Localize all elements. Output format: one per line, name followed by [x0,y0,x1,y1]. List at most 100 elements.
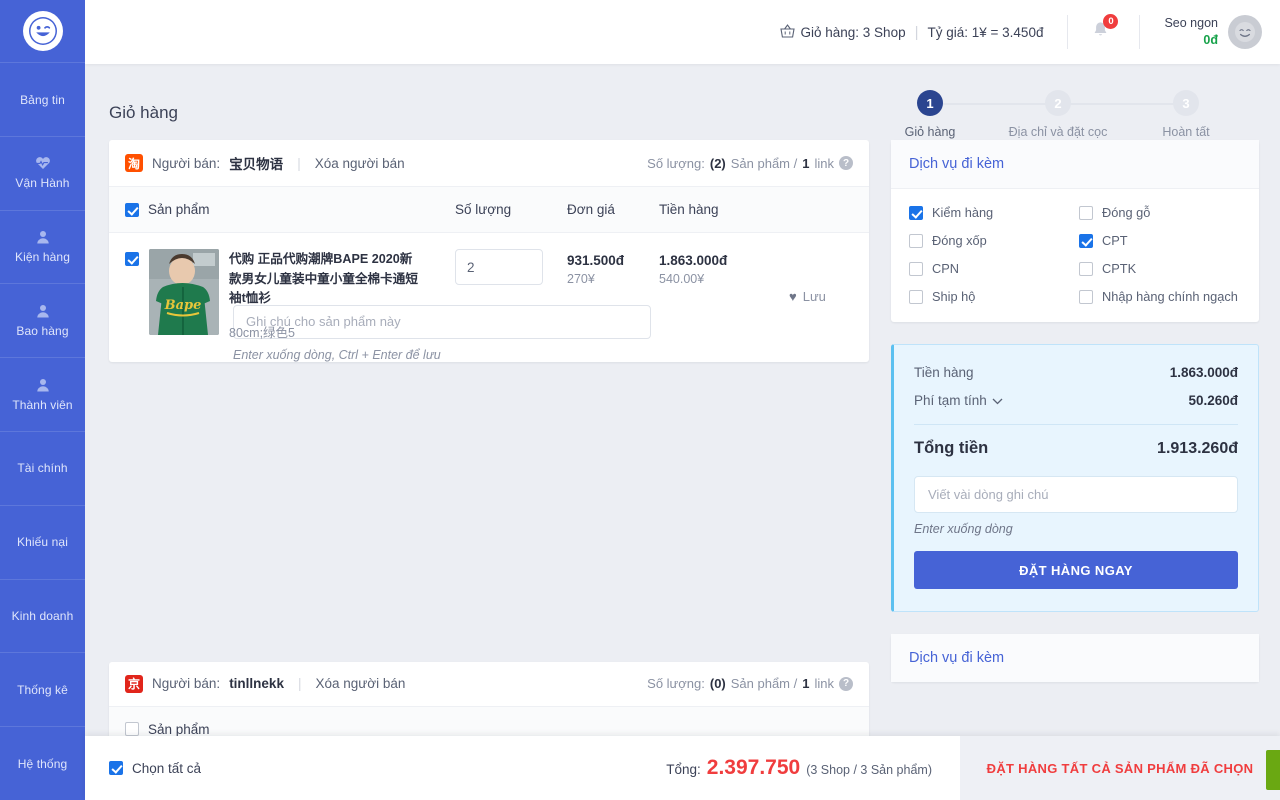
select-all-seller-checkbox[interactable] [125,202,139,217]
sidebar-item-thanh-vien[interactable]: Thành viên [0,357,85,431]
sidebar-item-bao-hang[interactable]: Bao hàng [0,283,85,357]
sidebar-item-he-thong[interactable]: Hệ thống [0,726,85,800]
sidebar-item-tai-chinh[interactable]: Tài chính [0,431,85,505]
user-balance: 0đ [1203,33,1218,47]
service-cpn[interactable]: CPN [909,261,1071,276]
order-note-input[interactable]: Viết vài dòng ghi chú [914,476,1238,513]
topbar-cart-link[interactable]: Giỏ hàng: 3 Shop [779,23,906,41]
checkout-stepper: 1 Giỏ hàng 2 Địa chỉ và đặt cọc 3 Hoàn t… [866,90,1250,139]
service-cpt[interactable]: CPT [1079,233,1241,248]
quantity-input[interactable]: 2 [455,249,543,285]
sidebar-item-bang-tin[interactable]: Bảng tin [0,62,85,136]
summary-total-row: Tổng tiền 1.913.260đ [914,439,1238,458]
taobao-icon: 淘 [125,154,143,172]
unit-price-cny: 270¥ [567,272,595,286]
service-kiem-hang[interactable]: Kiểm hàng [909,205,1071,220]
service-checkbox[interactable] [1079,261,1093,276]
topbar: Giỏ hàng: 3 Shop | Tỷ giá: 1¥ = 3.450đ 0… [85,0,1280,64]
link-unit: link [814,155,834,171]
question-circle-icon[interactable]: ? [839,676,853,691]
seller-separator: | [297,155,301,171]
step-hoan-tat[interactable]: 3 Hoàn tất [1058,90,1250,139]
product-title[interactable]: 代购 正品代购潮牌BAPE 2020新款男女儿童装中童小童全棉卡通短袖t恤衫 [229,250,421,309]
column-product-label-2: Sản phẩm [148,721,210,737]
service-checkbox[interactable] [909,289,923,304]
save-label: Lưu [802,289,826,305]
sidebar-item-khieu-nai[interactable]: Khiếu nại [0,504,85,579]
person-icon [36,378,50,393]
unit-price-cell: 931.500đ 270¥ [567,249,659,341]
seller-header-2: 京 Người bán: tinllnekk | Xóa người bán S… [109,662,869,707]
delete-seller-button-2[interactable]: Xóa người bán [315,676,405,691]
order-note-hint: Enter xuống dòng [914,522,1013,536]
quantity-label: Số lượng: [647,155,705,171]
sidebar-item-label: Bao hàng [16,323,69,338]
service-dong-xop[interactable]: Đóng xốp [909,233,1071,248]
sidebar-item-kien-hang[interactable]: Kiện hàng [0,209,85,284]
seller-quantity-info-2: Số lượng: (0) Sản phẩm / 1 link ? [647,676,853,691]
amount-cell: 1.863.000đ 540.00¥ [659,249,789,341]
smiley-avatar-icon [1233,20,1257,44]
grand-total-sub: (3 Shop / 3 Sản phẩm) [806,763,932,777]
order-all-button[interactable]: ĐẶT HÀNG TẤT CẢ SẢN PHẨM ĐÃ CHỌN [960,736,1280,800]
service-checkbox[interactable] [1079,205,1093,220]
services-list: Kiểm hàng Đóng gỗ Đóng xốp CPT CPN CPTK … [891,189,1259,322]
service-label: CPTK [1102,261,1137,276]
delete-seller-button[interactable]: Xóa người bán [315,156,405,171]
service-checkbox[interactable] [909,205,923,220]
notification-button[interactable]: 0 [1092,13,1119,44]
service-checkbox[interactable] [909,261,923,276]
chevron-down-icon[interactable] [992,393,1003,408]
summary-fee-row[interactable]: Phí tạm tính 50.260đ [914,393,1238,408]
product-checkbox[interactable] [125,252,139,266]
sidebar-item-van-hanh[interactable]: Vận Hành [0,135,85,210]
quantity-unit-2: Sản phẩm / [730,676,798,692]
avatar [1228,15,1262,49]
sidebar-item-kinh-doanh[interactable]: Kinh doanh [0,578,85,653]
service-checkbox[interactable] [1079,289,1093,304]
service-dong-go[interactable]: Đóng gỗ [1079,205,1241,220]
sidebar-item-label: Thành viên [12,397,73,412]
cart-shop-count: Giỏ hàng: 3 Shop [800,24,906,40]
seller-quantity-info: Số lượng: (2) Sản phẩm / 1 link ? [647,156,853,171]
services-card-2: Dịch vụ đi kèm [891,634,1259,682]
user-menu[interactable]: Seo ngon 0đ [1164,15,1262,49]
link-count: 1 [802,155,810,171]
page-title: Giỏ hàng [109,103,178,122]
service-checkbox[interactable] [909,233,923,248]
sidebar-item-thong-ke[interactable]: Thống kê [0,652,85,726]
select-all-checkbox[interactable] [109,761,123,775]
cart-sidebar: Dịch vụ đi kèm Kiểm hàng Đóng gỗ Đóng xố… [891,140,1259,704]
services-title-2: Dịch vụ đi kèm [891,634,1259,682]
product-note-hint: Enter xuống dòng, Ctrl + Enter để lưu [233,347,441,362]
support-chat-tab[interactable] [1266,750,1280,790]
summary-total-value: 1.913.260đ [1157,439,1238,457]
summary-total-label: Tổng tiền [914,439,989,457]
step-number: 3 [1173,90,1199,116]
step-gio-hang[interactable]: 1 Giỏ hàng [866,90,994,139]
save-product-button[interactable]: ♥ Lưu [789,253,826,341]
select-all-wrap[interactable]: Chọn tất cả [109,761,201,776]
column-unit-price: Đơn giá [567,202,615,217]
step-number: 1 [917,90,943,116]
cart-table-header: Sản phẩm Số lượng Đơn giá Tiền hàng [109,187,869,233]
service-ship-ho[interactable]: Ship hộ [909,289,1071,304]
person-icon [36,304,50,319]
column-amount: Tiền hàng [659,202,719,217]
grand-total: Tổng: 2.397.750 (3 Shop / 3 Sản phẩm) [666,756,960,780]
brand-logo[interactable] [0,0,85,62]
quantity-count-2: (0) [709,676,726,692]
column-product-2: Sản phẩm [125,722,455,737]
sidebar-item-label: Hệ thống [17,756,68,771]
service-checkbox[interactable] [1079,233,1093,248]
question-circle-icon[interactable]: ? [839,156,853,170]
step-dia-chi[interactable]: 2 Địa chỉ và đặt cọc [930,90,1122,139]
main-content: Giỏ hàng 1 Giỏ hàng 2 Địa chỉ và đặt cọc… [85,64,1280,800]
exchange-rate: Tỷ giá: 1¥ = 3.450đ [927,24,1044,40]
product-thumbnail[interactable]: Bape [149,249,219,335]
place-order-button[interactable]: ĐẶT HÀNG NGAY [914,551,1238,589]
svg-text:Bape: Bape [164,298,202,313]
service-cptk[interactable]: CPTK [1079,261,1241,276]
service-nhap-hang-chinh-ngach[interactable]: Nhập hàng chính ngạch [1079,289,1241,304]
select-all-seller-checkbox-2[interactable] [125,722,139,737]
